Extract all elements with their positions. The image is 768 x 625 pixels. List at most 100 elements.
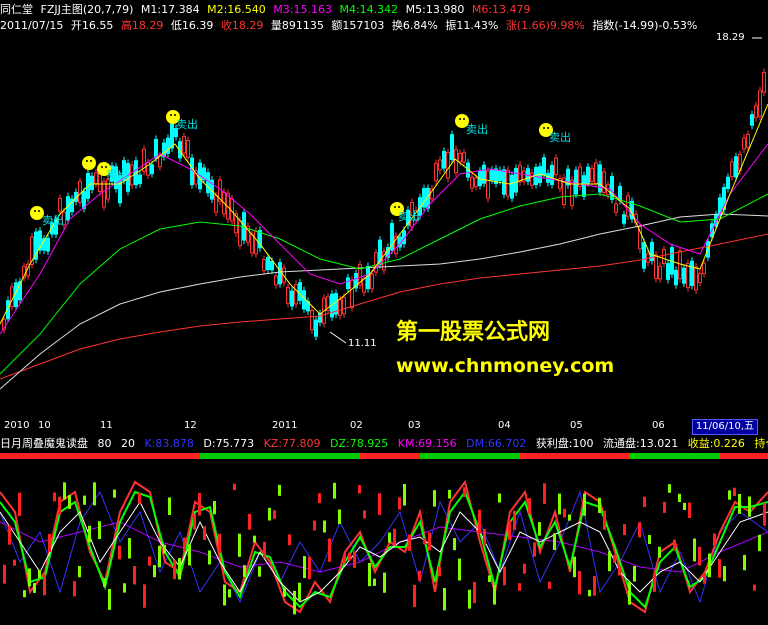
indicator-bar [753, 584, 756, 591]
indicator-bar [113, 489, 116, 498]
min-price-label: 11.11 [348, 338, 377, 349]
axis-tick: 2010 [4, 420, 30, 431]
indicator-bar [448, 489, 451, 499]
sell-signal: 卖出 [42, 214, 64, 227]
indicator-bar [748, 496, 751, 517]
candle-body [742, 137, 746, 150]
candle-body [654, 254, 658, 279]
indicator-bar [418, 570, 421, 581]
ma-line-white [0, 213, 768, 390]
indicator-bar [318, 493, 321, 504]
indicator-bar [763, 503, 766, 526]
candle-body [678, 250, 682, 280]
indicator-bar [178, 558, 181, 580]
candle-body [502, 169, 506, 195]
quote-open: 开16.55 [70, 19, 114, 32]
indicator-bar [593, 576, 596, 596]
indicator-bar [233, 483, 236, 491]
candle-body [734, 156, 738, 178]
indicator-bar [578, 571, 581, 595]
quote-date: 2011/07/15 [0, 19, 64, 32]
candle-body [726, 176, 730, 190]
sell-signal: 卖出 [176, 118, 198, 131]
ma-line-yellow [0, 103, 768, 325]
indicator-bar [353, 551, 356, 568]
main-indicator-name[interactable]: FZJJ主图(20,7,79) [41, 3, 134, 16]
signal-bar-green [420, 453, 520, 459]
indicator-bar [443, 587, 446, 611]
candle-body [78, 181, 82, 204]
candle-body [170, 123, 174, 149]
candle-body [666, 263, 670, 280]
candle-body [446, 152, 450, 179]
quote-close: 收18.29 [220, 19, 264, 32]
indicator-bar [428, 532, 431, 551]
candle-body [602, 171, 606, 194]
quote-turnover: 换6.84% [391, 19, 438, 32]
ma-m1: M1:17.384 [140, 3, 200, 16]
indicator-bar [723, 566, 726, 582]
candle-body [594, 162, 598, 184]
ma-line-green [0, 193, 768, 375]
candle-body [370, 273, 374, 290]
indicator-bar [93, 482, 96, 506]
candle-body [762, 72, 766, 93]
candle-body [586, 166, 590, 184]
indicator-bar [28, 568, 31, 587]
indicator-bar [273, 510, 276, 519]
indicator-bar [733, 487, 736, 497]
indicator-bar [558, 493, 561, 515]
indicator-bar [323, 520, 326, 533]
ma-m5: M5:13.980 [405, 3, 465, 16]
candle-body [278, 262, 282, 285]
indicator-name[interactable]: 日月周叠魔鬼读盘 [0, 437, 88, 450]
indicator-bar [693, 538, 696, 562]
indicator-chart[interactable] [0, 452, 768, 625]
indicator-bar [713, 533, 716, 546]
indicator-bar [653, 573, 656, 592]
indicator-bar [678, 493, 681, 502]
candle-body [758, 90, 762, 117]
candle-body [750, 114, 754, 126]
candle-body [530, 172, 534, 186]
indicator-bar [493, 585, 496, 605]
candle-body [698, 273, 702, 284]
candle-body [274, 275, 278, 286]
candle-body [462, 152, 466, 163]
indicator-bar [138, 492, 141, 504]
indicator-bar [163, 544, 166, 554]
km-value: KM:69.156 [397, 437, 457, 450]
axis-tick: 06 [652, 420, 665, 431]
indicator-bar [63, 482, 66, 500]
candle-body [686, 262, 690, 289]
indicator-bar [243, 565, 246, 577]
candle-body [338, 299, 342, 316]
indicator-bar [743, 554, 746, 571]
watermark-url[interactable]: www.chnmoney.com [396, 355, 614, 377]
indicator-bar [158, 545, 161, 568]
smiley-icon [82, 156, 96, 170]
indicator-bar [488, 575, 491, 583]
indicator-bar [358, 485, 361, 494]
candle-body [590, 168, 594, 182]
indicator-bar [48, 533, 51, 553]
candle-body [266, 257, 270, 271]
indicator-bar [538, 522, 541, 536]
indicator-bar [263, 541, 266, 558]
candlestick-chart[interactable] [0, 34, 768, 418]
indicator-bar [718, 559, 721, 578]
indicator-bar [238, 533, 241, 557]
candle-body [206, 172, 210, 194]
candle-body [182, 136, 186, 154]
candle-body [730, 161, 734, 178]
quote-change: 涨(1.66)9.98% [505, 19, 585, 32]
indicator-bar [613, 554, 616, 563]
indicator-bar [588, 589, 591, 597]
axis-tick: 2011 [272, 420, 298, 431]
indicator-header: 日月周叠魔鬼读盘 80 20 K:83.878 D:75.773 KZ:77.8… [0, 436, 768, 452]
indicator-bar [463, 487, 466, 497]
indicator-bar [498, 493, 501, 503]
candle-body [618, 185, 622, 201]
indicator-bar [188, 544, 191, 566]
profit-value: 获利盘:100 [535, 437, 594, 450]
